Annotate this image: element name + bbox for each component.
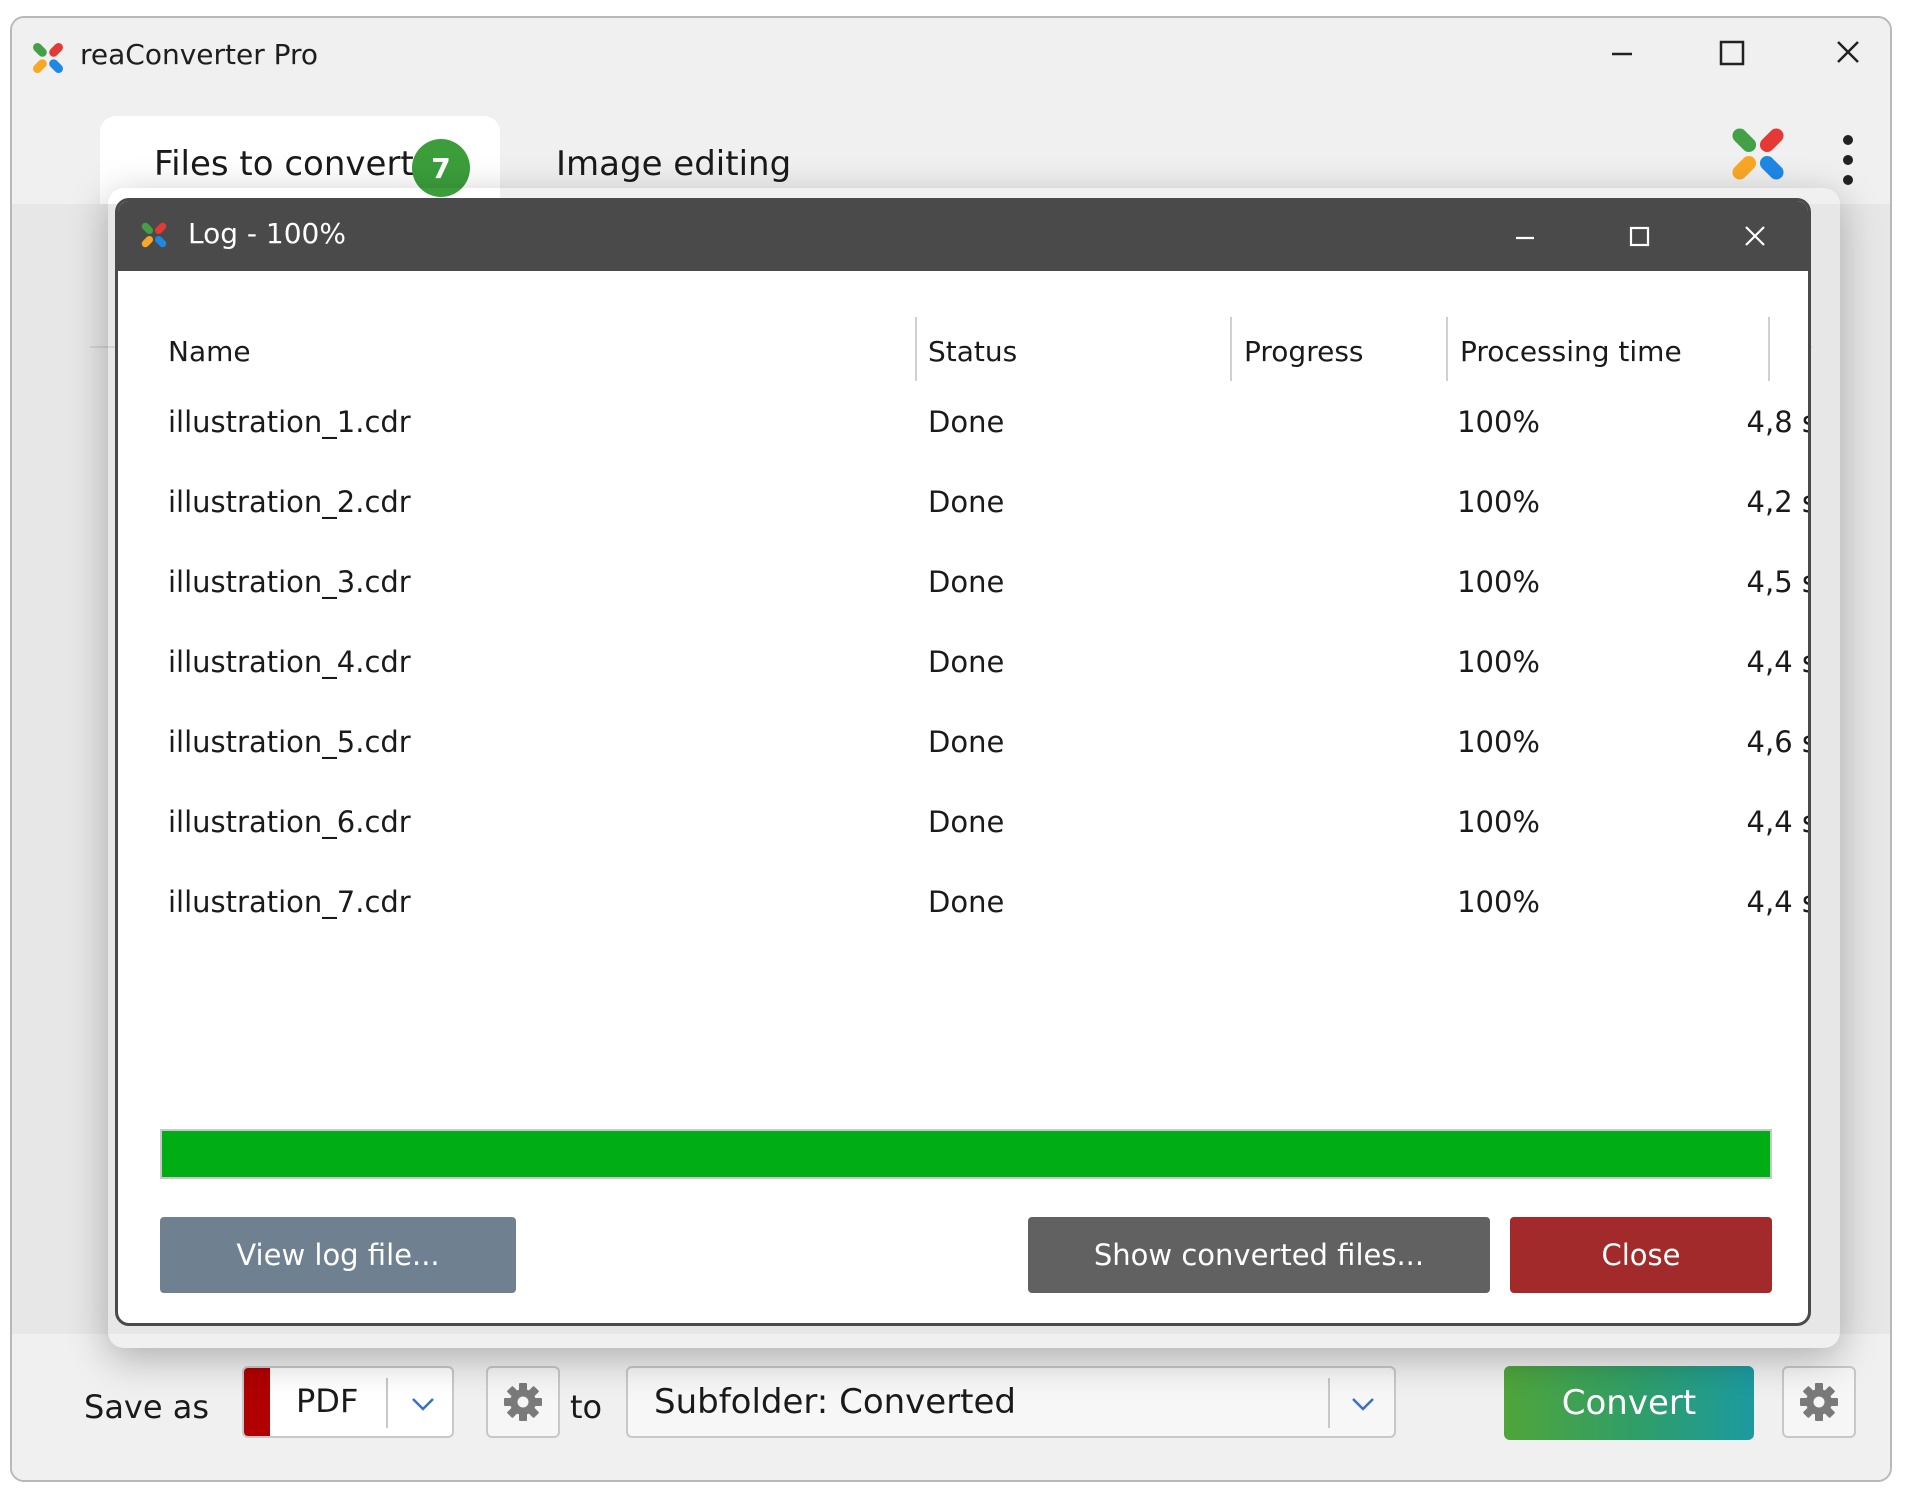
- file-processing-time: 4,8 sec.: [1746, 405, 1808, 439]
- file-status: Done: [928, 805, 1005, 839]
- file-status: Done: [928, 645, 1005, 679]
- app-title: reaConverter Pro: [80, 38, 319, 71]
- file-status: Done: [928, 565, 1005, 599]
- dropdown-separator: [386, 1378, 388, 1428]
- progress-bar-fill: [162, 1131, 1770, 1177]
- maximize-button[interactable]: [1702, 28, 1762, 78]
- maximize-icon: [1719, 40, 1745, 66]
- column-header-processing-time[interactable]: Processing time: [1460, 335, 1682, 368]
- table-row[interactable]: illustration_5.cdr Done 100% 4,6 sec.: [118, 707, 1808, 787]
- log-dialog: Log - 100% Name Status Progress Processi…: [115, 198, 1811, 1326]
- overall-progress-bar: [160, 1129, 1772, 1179]
- close-button[interactable]: [1818, 28, 1878, 78]
- table-row[interactable]: illustration_2.cdr Done 100% 4,2 sec.: [118, 467, 1808, 547]
- kebab-menu-icon[interactable]: [1834, 130, 1862, 190]
- minimize-icon: [1516, 236, 1534, 240]
- file-status: Done: [928, 405, 1005, 439]
- file-name: illustration_6.cdr: [168, 805, 411, 839]
- file-name: illustration_3.cdr: [168, 565, 411, 599]
- view-log-file-button[interactable]: View log file...: [160, 1217, 516, 1293]
- file-name: illustration_1.cdr: [168, 405, 411, 439]
- table-row[interactable]: illustration_6.cdr Done 100% 4,4 sec.: [118, 787, 1808, 867]
- file-status: Done: [928, 885, 1005, 919]
- close-icon: [1837, 41, 1859, 63]
- file-processing-time: 4,6 sec.: [1746, 725, 1808, 759]
- dialog-minimize-button[interactable]: [1498, 211, 1552, 261]
- column-separator[interactable]: [1230, 317, 1232, 381]
- column-header-status[interactable]: Status: [928, 335, 1017, 368]
- file-progress: 100%: [1457, 805, 1540, 839]
- tab-files-label: Files to convert: [154, 144, 414, 184]
- destination-value: Subfolder: Converted: [654, 1382, 1017, 1422]
- format-value: PDF: [296, 1382, 359, 1420]
- file-processing-time: 4,4 sec.: [1746, 885, 1808, 919]
- file-status: Done: [928, 485, 1005, 519]
- file-progress: 100%: [1457, 725, 1540, 759]
- file-progress: 100%: [1457, 645, 1540, 679]
- gear-icon: [504, 1383, 542, 1421]
- chevron-down-icon: [412, 1398, 434, 1411]
- dropdown-separator: [1328, 1378, 1330, 1428]
- output-format-dropdown[interactable]: PDF: [242, 1366, 454, 1438]
- save-as-label: Save as: [84, 1388, 209, 1426]
- dialog-maximize-button[interactable]: [1612, 211, 1666, 261]
- table-row[interactable]: illustration_7.cdr Done 100% 4,4 sec.: [118, 867, 1808, 947]
- file-processing-time: 4,2 sec.: [1746, 485, 1808, 519]
- file-name: illustration_4.cdr: [168, 645, 411, 679]
- reaconverter-logo-icon: [141, 222, 167, 248]
- destination-dropdown[interactable]: Subfolder: Converted: [626, 1366, 1396, 1438]
- minimize-icon: [1612, 52, 1632, 56]
- table-row[interactable]: illustration_1.cdr Done 100% 4,8 sec.: [118, 387, 1808, 467]
- log-dialog-title-bar: Log - 100%: [118, 201, 1808, 271]
- file-name: illustration_2.cdr: [168, 485, 411, 519]
- file-name: illustration_7.cdr: [168, 885, 411, 919]
- app-window: reaConverter Pro Files to convert 7 Imag…: [10, 16, 1892, 1482]
- file-status: Done: [928, 725, 1005, 759]
- close-icon: [1745, 226, 1765, 246]
- reaconverter-logo-icon: [33, 43, 63, 73]
- column-separator[interactable]: [1446, 317, 1448, 381]
- chevron-down-icon: [1352, 1398, 1374, 1411]
- column-separator[interactable]: [915, 317, 917, 381]
- file-progress: 100%: [1457, 885, 1540, 919]
- gear-icon: [1800, 1383, 1838, 1421]
- log-dialog-title: Log - 100%: [188, 217, 346, 250]
- table-row[interactable]: illustration_3.cdr Done 100% 4,5 sec.: [118, 547, 1808, 627]
- brand-logo-icon: [1732, 128, 1784, 180]
- column-header-name[interactable]: Name: [168, 335, 251, 368]
- column-separator[interactable]: [1768, 317, 1770, 381]
- show-converted-files-button[interactable]: Show converted files...: [1028, 1217, 1490, 1293]
- table-row[interactable]: illustration_4.cdr Done 100% 4,4 sec.: [118, 627, 1808, 707]
- file-processing-time: 4,5 sec.: [1746, 565, 1808, 599]
- maximize-icon: [1629, 226, 1650, 247]
- file-progress: 100%: [1457, 565, 1540, 599]
- file-progress: 100%: [1457, 485, 1540, 519]
- column-header-progress[interactable]: Progress: [1244, 335, 1364, 368]
- minimize-button[interactable]: [1592, 28, 1652, 78]
- file-processing-time: 4,4 sec.: [1746, 645, 1808, 679]
- file-name: illustration_5.cdr: [168, 725, 411, 759]
- file-progress: 100%: [1457, 405, 1540, 439]
- tab-image-editing[interactable]: Image editing: [556, 144, 791, 184]
- format-settings-button[interactable]: [486, 1366, 560, 1438]
- file-processing-time: 4,4 sec.: [1746, 805, 1808, 839]
- convert-button[interactable]: Convert: [1504, 1366, 1754, 1440]
- convert-settings-button[interactable]: [1782, 1366, 1856, 1438]
- to-label: to: [570, 1388, 603, 1426]
- dialog-close-x-button[interactable]: [1728, 211, 1782, 261]
- format-color-swatch: [244, 1368, 270, 1436]
- close-dialog-button[interactable]: Close: [1510, 1217, 1772, 1293]
